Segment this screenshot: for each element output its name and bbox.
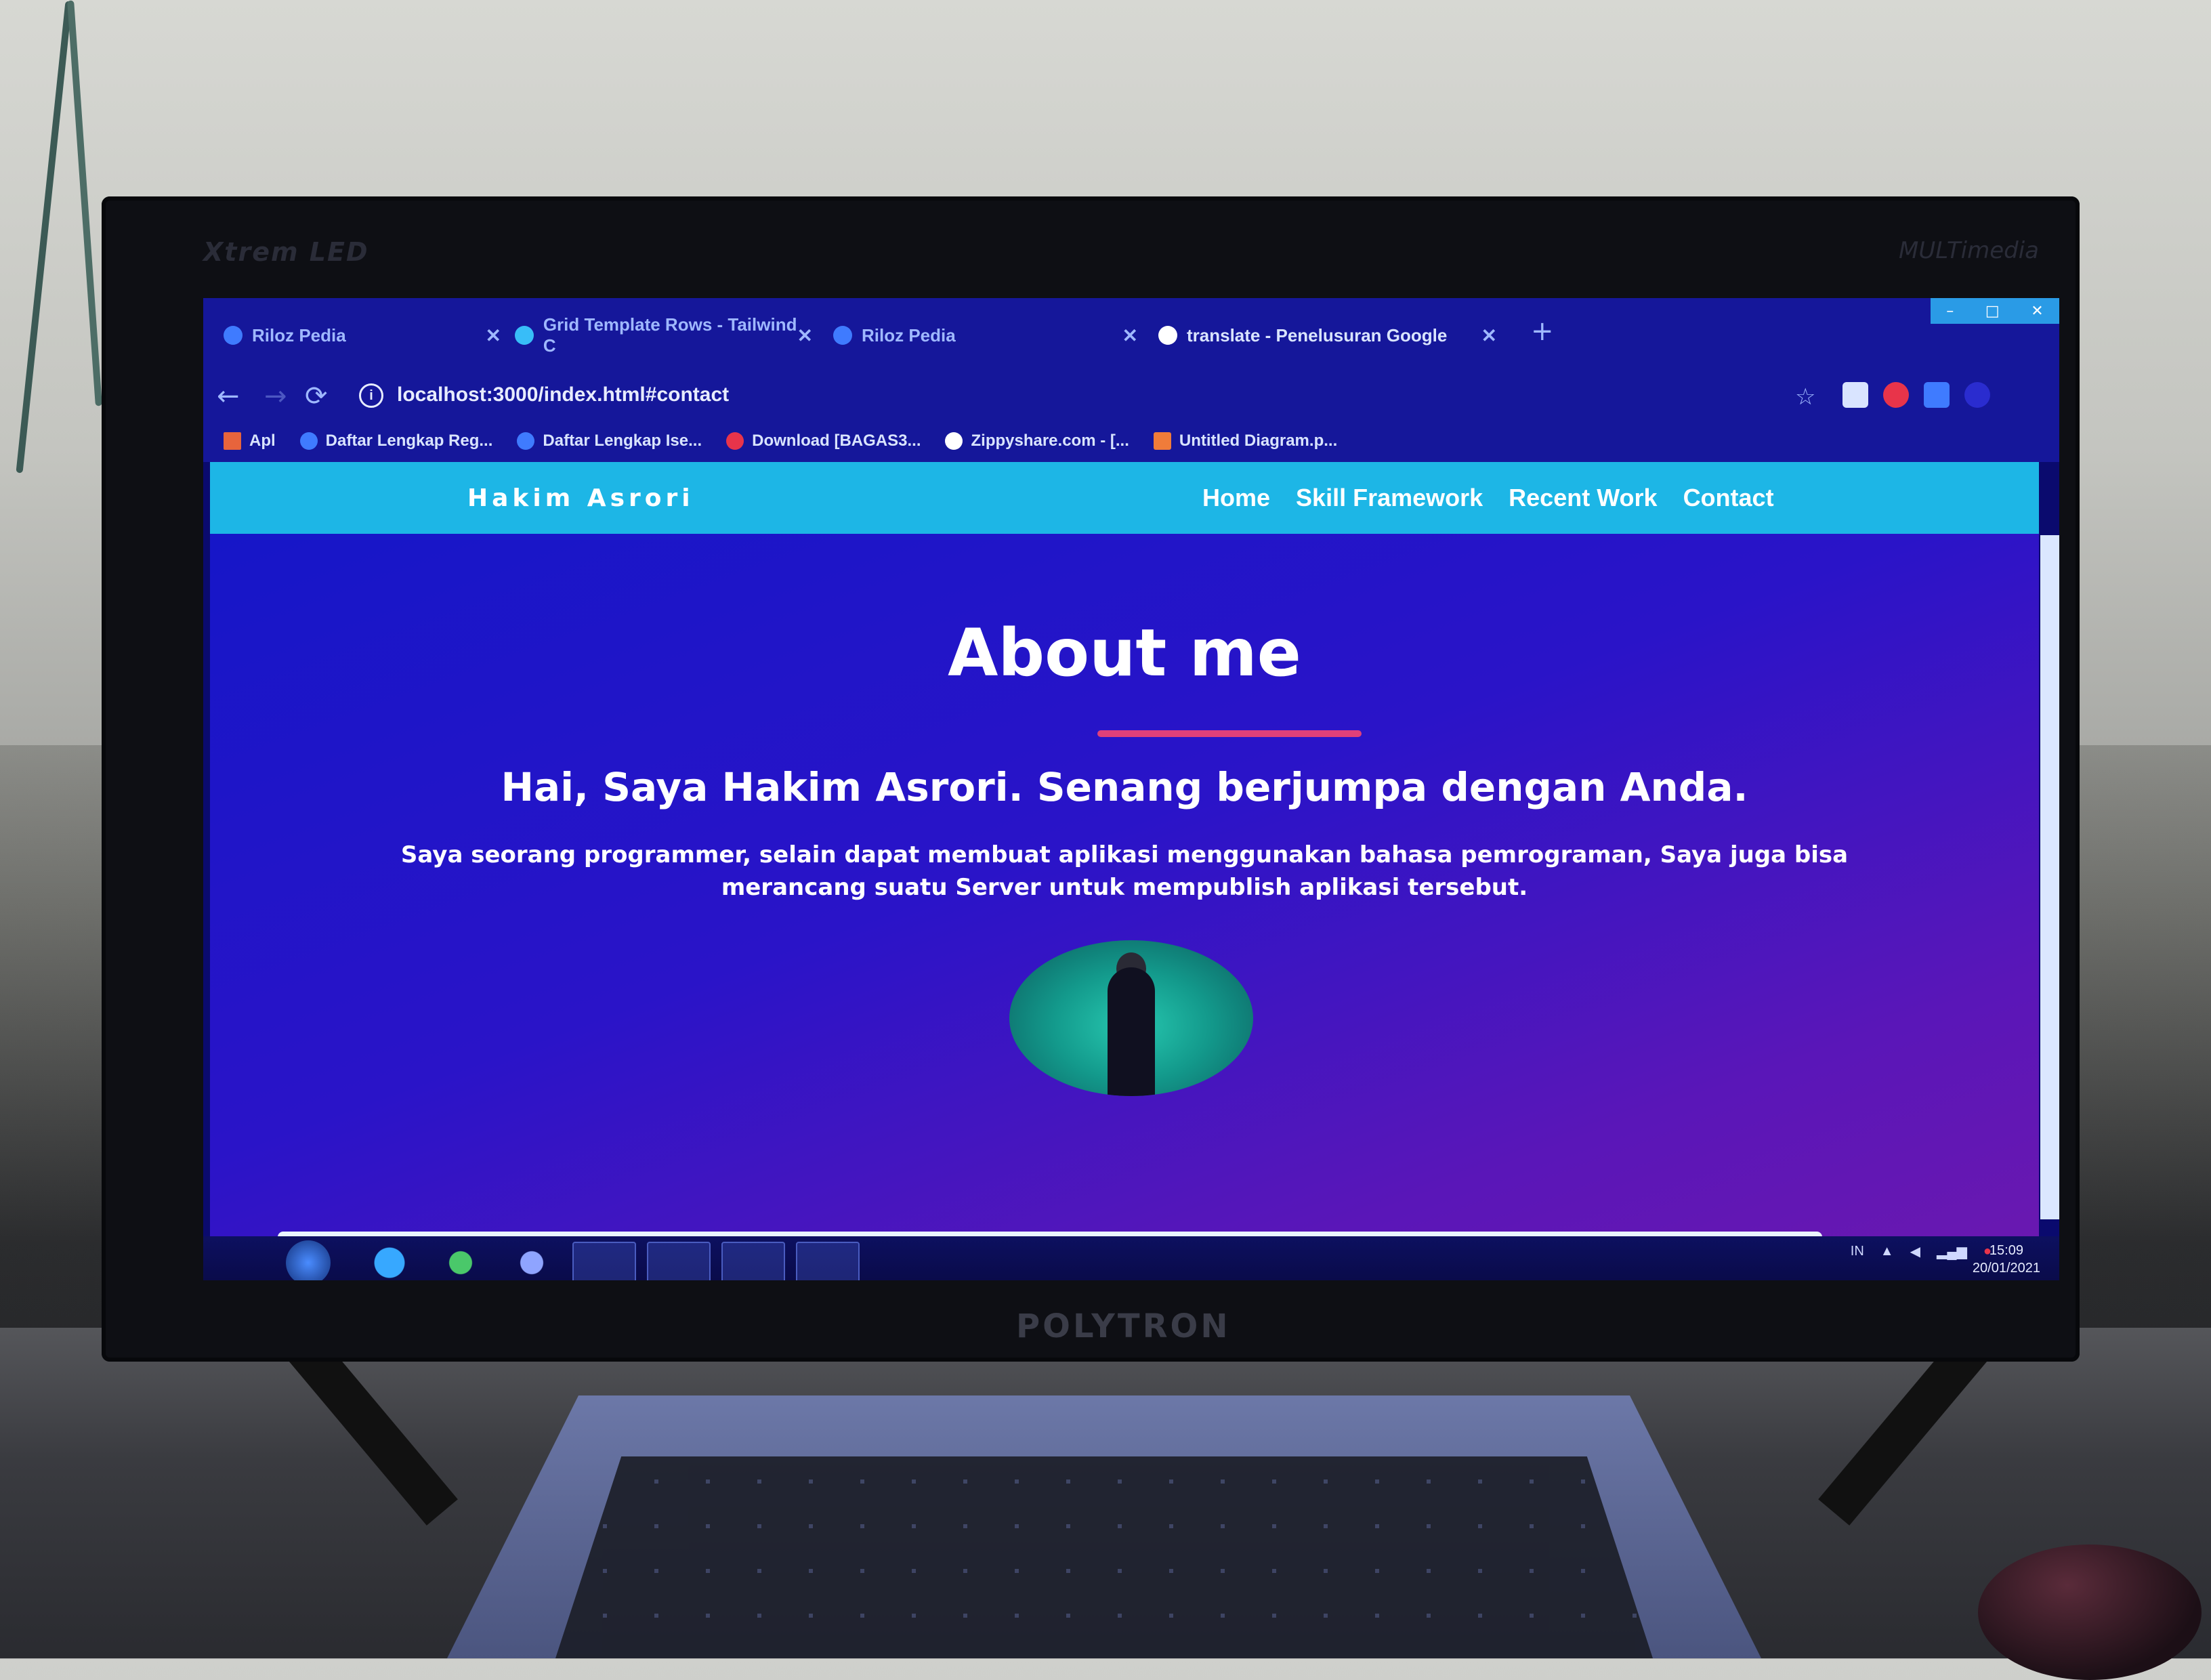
- chrome-icon[interactable]: [572, 1242, 636, 1280]
- globe-icon: [224, 326, 243, 345]
- bookmark-item[interactable]: Daftar Lengkap Ise...: [517, 432, 702, 450]
- globe-icon: [517, 432, 535, 450]
- file-explorer-icon[interactable]: [647, 1242, 711, 1280]
- nav-link-home[interactable]: Home: [1202, 484, 1270, 512]
- bookmark-item[interactable]: Untitled Diagram.p...: [1153, 432, 1337, 450]
- bookmarks-bar: Apl Daftar Lengkap Reg... Daftar Lengkap…: [203, 420, 2059, 462]
- sublime-text-icon[interactable]: [721, 1242, 785, 1280]
- back-arrow-icon[interactable]: ←: [217, 381, 240, 412]
- bookmark-item[interactable]: Daftar Lengkap Reg...: [299, 432, 492, 450]
- site-navbar: Hakim Asrori Home Skill Framework Recent…: [210, 462, 2039, 534]
- network-tool-icon[interactable]: [430, 1242, 491, 1280]
- url-text: localhost:3000/index.html#contact: [397, 383, 730, 406]
- person-figure: [1108, 967, 1155, 1096]
- browser-tab[interactable]: Grid Template Rows - Tailwind C ✕: [515, 313, 813, 358]
- app-icon[interactable]: [796, 1242, 860, 1280]
- profile-photo: [1009, 940, 1253, 1096]
- apps-grid-icon: [224, 432, 241, 450]
- diagram-icon: [1153, 432, 1171, 450]
- address-bar-row: ← → ⟳ i localhost:3000/index.html#contact…: [203, 373, 2059, 420]
- window-controls: – □ ✕: [1931, 298, 2059, 324]
- close-icon[interactable]: ✕: [1481, 324, 1497, 347]
- page-title: About me: [948, 615, 1301, 691]
- bookmark-item[interactable]: Download [BAGAS3...: [726, 432, 921, 450]
- browser-tab[interactable]: Riloz Pedia ✕: [224, 313, 501, 358]
- tab-label: Riloz Pedia: [862, 324, 956, 345]
- reload-icon[interactable]: ⟳: [305, 381, 328, 412]
- nav-link-recent-work[interactable]: Recent Work: [1509, 484, 1657, 512]
- signal-icon[interactable]: ▂▄▆: [1937, 1243, 1967, 1260]
- windows-taskbar: IN ▲ ◀ ▂▄▆ ● 15:09 20/01/2021: [203, 1236, 2059, 1280]
- description-text: Saya seorang programmer, selain dapat me…: [400, 841, 1849, 901]
- nav-link-contact[interactable]: Contact: [1683, 484, 1774, 512]
- globe-icon: [833, 326, 852, 345]
- browser-tab-active[interactable]: translate - Penelusuran Google ✕: [1158, 313, 1497, 358]
- maximize-icon[interactable]: □: [1985, 303, 2000, 320]
- minimize-icon[interactable]: –: [1946, 303, 1954, 320]
- monitor-brand-top-right: MULTimedia: [1899, 237, 2039, 264]
- extension-icon[interactable]: [1842, 382, 1868, 408]
- download-site-icon: [726, 432, 744, 450]
- about-section: About me Hai, Saya Hakim Asrori. Senang …: [210, 534, 2039, 1252]
- greeting-text: Hai, Saya Hakim Asrori. Senang berjumpa …: [501, 764, 1748, 810]
- close-icon[interactable]: ✕: [486, 324, 501, 347]
- forward-arrow-icon[interactable]: →: [264, 381, 287, 412]
- tab-label: translate - Penelusuran Google: [1187, 324, 1448, 345]
- chevron-up-icon[interactable]: ▲: [1880, 1244, 1894, 1259]
- monitor: Xtrem LED MULTimedia POLYTRON Riloz Pedi…: [102, 196, 2080, 1362]
- screen: Riloz Pedia ✕ Grid Template Rows - Tailw…: [203, 298, 2059, 1280]
- computer-mouse: [1978, 1545, 2202, 1680]
- skype-icon[interactable]: [359, 1242, 420, 1280]
- system-tray: IN ▲ ◀ ▂▄▆ ●: [1851, 1243, 1992, 1260]
- clock-date: 20/01/2021: [1972, 1261, 2040, 1276]
- site-nav-links: Home Skill Framework Recent Work Contact: [1202, 484, 1774, 512]
- close-window-icon[interactable]: ✕: [2031, 303, 2043, 320]
- bookmark-item[interactable]: Zippyshare.com - [...: [945, 432, 1129, 450]
- language-indicator[interactable]: IN: [1851, 1244, 1864, 1259]
- browser-tab-bar: Riloz Pedia ✕ Grid Template Rows - Tailw…: [203, 298, 2059, 373]
- clock-time: 15:09: [1989, 1243, 2023, 1258]
- start-button[interactable]: [286, 1240, 331, 1280]
- info-icon[interactable]: i: [359, 383, 383, 408]
- close-icon[interactable]: ✕: [797, 324, 813, 347]
- tab-label: Riloz Pedia: [252, 324, 346, 345]
- globe-icon: [299, 432, 318, 450]
- zippyshare-icon: [945, 432, 963, 450]
- browser-tab[interactable]: Riloz Pedia ✕: [833, 313, 1138, 358]
- address-input[interactable]: i localhost:3000/index.html#contact: [359, 383, 729, 408]
- laptop-keyboard: [555, 1456, 1653, 1658]
- clock[interactable]: 15:09 20/01/2021: [1973, 1242, 2040, 1277]
- tab-label: Grid Template Rows - Tailwind C: [543, 314, 797, 356]
- bookmark-star-icon[interactable]: ☆: [1795, 383, 1815, 411]
- title-underline: [1097, 730, 1362, 737]
- profile-icon[interactable]: [1964, 382, 1990, 408]
- speaker-icon[interactable]: ◀: [1910, 1243, 1920, 1260]
- vertical-scrollbar[interactable]: [2040, 535, 2059, 1219]
- monitor-brand-top: Xtrem LED: [203, 237, 369, 267]
- new-tab-button[interactable]: +: [1531, 316, 1554, 347]
- bookmark-item[interactable]: Apl: [224, 432, 276, 450]
- close-icon[interactable]: ✕: [1122, 324, 1138, 347]
- tailwind-icon: [515, 326, 534, 345]
- puzzle-icon[interactable]: [1924, 382, 1950, 408]
- monitor-brand-bottom: POLYTRON: [1016, 1307, 1231, 1345]
- extension-icon[interactable]: [1883, 382, 1909, 408]
- site-brand[interactable]: Hakim Asrori: [467, 484, 694, 512]
- nav-link-skill-framework[interactable]: Skill Framework: [1296, 484, 1483, 512]
- network-tool-icon[interactable]: [501, 1242, 562, 1280]
- google-icon: [1158, 326, 1177, 345]
